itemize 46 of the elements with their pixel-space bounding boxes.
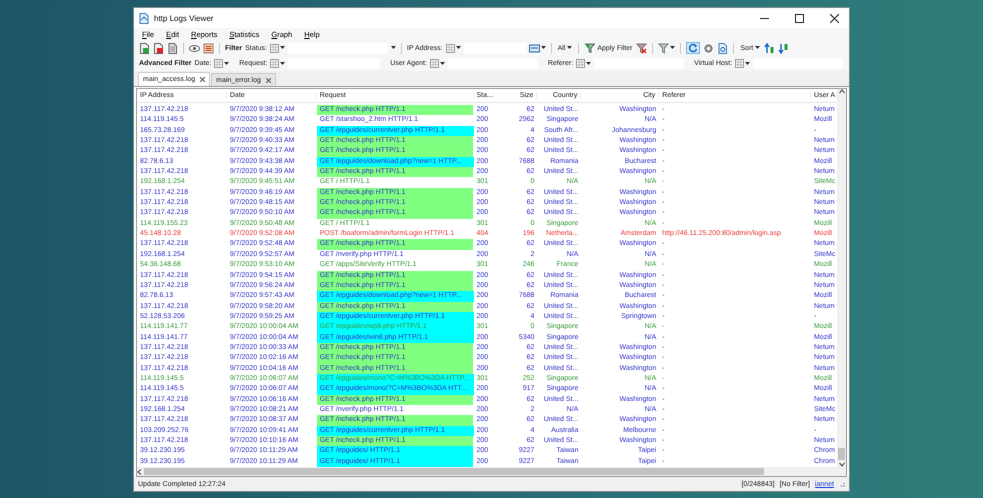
funnel-icon	[585, 43, 596, 53]
vertical-scrollbar[interactable]	[837, 89, 846, 467]
grid-icon	[446, 44, 455, 52]
grid-icon	[214, 59, 224, 68]
close-icon[interactable]	[200, 77, 206, 82]
grid-icon	[735, 59, 744, 68]
caret-icon[interactable]	[755, 46, 760, 50]
grid-icon	[270, 59, 280, 68]
grid-icon	[270, 44, 279, 52]
document-icon[interactable]	[153, 42, 164, 54]
sort-ascending-icon[interactable]	[764, 42, 776, 54]
caret-icon[interactable]	[224, 62, 230, 66]
resize-grip-icon	[839, 481, 845, 487]
refresh-document-icon[interactable]	[717, 42, 728, 54]
grid-icon	[430, 59, 439, 68]
document-icon	[139, 12, 149, 24]
eye-icon[interactable]	[189, 42, 200, 54]
caret-icon[interactable]	[440, 62, 445, 66]
scrollbar-thumb[interactable]	[838, 448, 845, 460]
view-icon[interactable]	[528, 42, 540, 54]
caret-icon[interactable]	[390, 46, 396, 50]
gear-icon[interactable]	[703, 42, 714, 54]
grid-icon	[576, 59, 586, 68]
caret-icon[interactable]	[540, 46, 546, 50]
sort-descending-icon[interactable]	[778, 42, 790, 54]
caret-icon[interactable]	[456, 46, 461, 50]
caret-icon[interactable]	[586, 62, 592, 66]
refresh-icon	[688, 43, 698, 53]
list-icon[interactable]	[203, 42, 214, 54]
caret-icon[interactable]	[670, 46, 676, 50]
window-title: http Logs Viewer	[154, 14, 214, 22]
close-icon[interactable]	[830, 14, 838, 22]
document-icon[interactable]	[139, 42, 150, 54]
scroll-down-icon[interactable]	[838, 462, 844, 467]
refresh-button[interactable]	[686, 42, 700, 54]
caret-icon[interactable]	[567, 46, 572, 50]
maximize-icon[interactable]	[794, 14, 804, 22]
scroll-left-icon[interactable]	[137, 468, 142, 474]
scrollbar-thumb[interactable]	[144, 468, 764, 475]
document-icon[interactable]	[167, 42, 178, 54]
caret-icon[interactable]	[280, 46, 285, 50]
horizontal-scrollbar[interactable]	[137, 467, 846, 476]
scroll-up-icon[interactable]	[838, 89, 844, 94]
clear-filter-icon[interactable]	[636, 42, 648, 54]
caret-icon[interactable]	[280, 62, 286, 66]
caret-icon[interactable]	[745, 62, 750, 66]
